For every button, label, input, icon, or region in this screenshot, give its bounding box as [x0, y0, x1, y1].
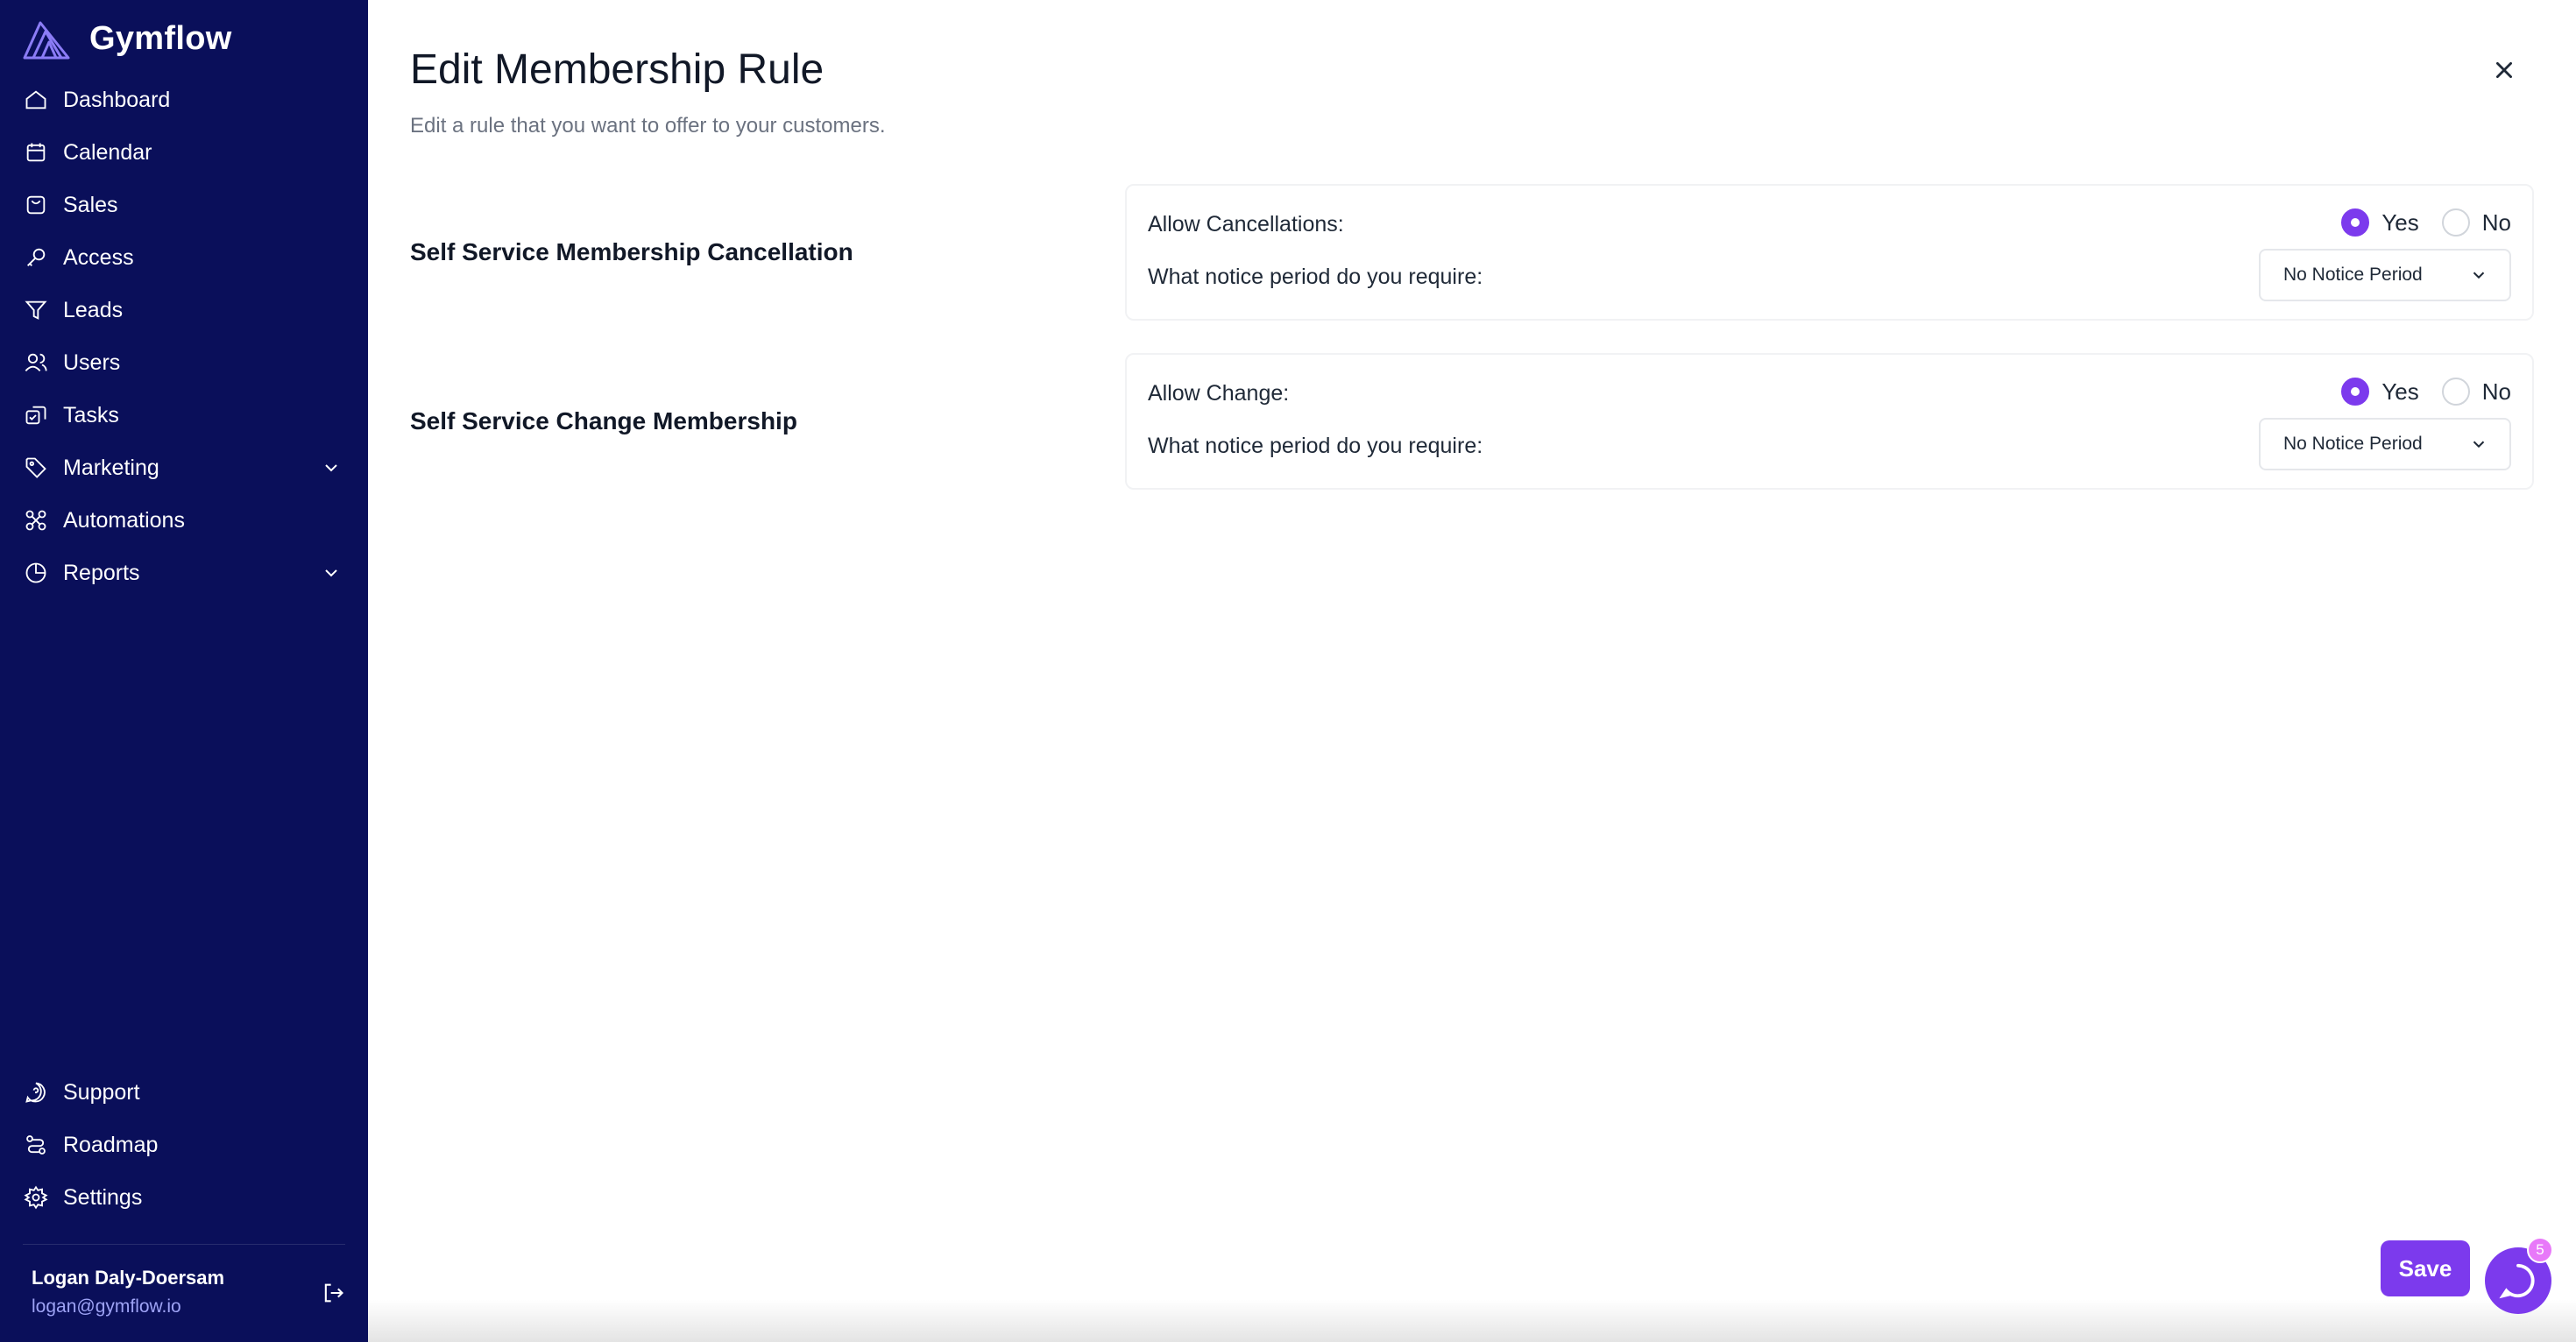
section-label-cancellation: Self Service Membership Cancellation — [410, 238, 853, 265]
nav-item-label: Dashboard — [63, 87, 171, 112]
nav-item-label: Automations — [63, 507, 185, 533]
home-icon — [23, 87, 49, 113]
select-value: No Notice Period — [2283, 265, 2423, 285]
radio-label: No — [2481, 378, 2511, 405]
bag-icon — [23, 192, 49, 218]
support-icon — [23, 1079, 49, 1105]
brand[interactable]: Gymflow — [21, 14, 232, 63]
gear-icon — [23, 1184, 49, 1211]
nav-item-roadmap[interactable]: Roadmap — [0, 1119, 368, 1171]
key-icon — [23, 244, 49, 271]
allow-change-label: Allow Change: — [1148, 381, 1290, 406]
notice-period-label: What notice period do you require: — [1148, 265, 1483, 289]
page-subtitle: Edit a rule that you want to offer to yo… — [410, 114, 886, 138]
nav-item-access[interactable]: Access — [0, 231, 368, 284]
logout-icon — [324, 1283, 343, 1303]
user-email: logan@gymflow.io — [32, 1296, 181, 1317]
chevron-down-icon[interactable] — [321, 562, 342, 583]
user-name: Logan Daly-Doersam — [32, 1267, 225, 1289]
allow-cancellations-yes[interactable]: Yes — [2341, 208, 2419, 237]
nav-item-label: Reports — [63, 560, 140, 585]
notice-period-label: What notice period do you require: — [1148, 434, 1483, 458]
nav-item-support[interactable]: Support — [0, 1066, 368, 1119]
bottom-shade — [368, 1300, 2576, 1342]
calendar-icon — [23, 139, 49, 166]
close-icon — [2496, 62, 2512, 78]
funnel-icon — [23, 297, 49, 323]
nav-item-label: Users — [63, 350, 121, 375]
user-profile[interactable]: Logan Daly-Doersam logan@gymflow.io — [32, 1267, 224, 1317]
save-button[interactable]: Save — [2381, 1240, 2470, 1296]
secondary-nav: Support Roadmap Settings — [0, 1066, 368, 1224]
radio-checked[interactable] — [2341, 208, 2370, 237]
nav-item-marketing[interactable]: Marketing — [0, 441, 368, 494]
nav-item-tasks[interactable]: Tasks — [0, 389, 368, 441]
logout-button[interactable] — [319, 1279, 347, 1307]
nav-item-automations[interactable]: Automations — [0, 494, 368, 547]
chat-bubble-icon — [2499, 1263, 2535, 1299]
nav-item-reports[interactable]: Reports — [0, 547, 368, 599]
radio-unchecked[interactable] — [2441, 378, 2470, 406]
nav-item-label: Access — [63, 244, 134, 270]
brand-name: Gymflow — [89, 19, 232, 57]
nav-item-users[interactable]: Users — [0, 336, 368, 389]
users-icon — [23, 350, 49, 376]
nav-item-settings[interactable]: Settings — [0, 1171, 368, 1224]
select-value: No Notice Period — [2283, 434, 2423, 454]
allow-cancellations-no[interactable]: No — [2441, 208, 2511, 237]
tag-icon — [23, 455, 49, 481]
nav-item-calendar[interactable]: Calendar — [0, 126, 368, 179]
nav-item-label: Settings — [63, 1184, 143, 1210]
chevron-down-icon — [2473, 441, 2485, 449]
nav-item-dashboard[interactable]: Dashboard — [0, 74, 368, 126]
tasks-icon — [23, 402, 49, 428]
allow-change-radio-group: Yes No — [2318, 376, 2511, 407]
sidebar: Gymflow Dashboard Calendar Sales Access — [0, 0, 368, 1342]
change-notice-period-select[interactable]: No Notice Period — [2259, 418, 2511, 470]
allow-cancellations-radio-group: Yes No — [2318, 207, 2511, 238]
gymflow-logo-icon — [23, 21, 70, 60]
change-rule-card: Allow Change: Yes No What notice period … — [1125, 353, 2534, 490]
nav-item-label: Tasks — [63, 402, 119, 427]
nav-item-leads[interactable]: Leads — [0, 284, 368, 336]
allow-cancellations-label: Allow Cancellations: — [1148, 212, 1344, 237]
radio-label: Yes — [2381, 208, 2419, 236]
nav-item-label: Marketing — [63, 455, 159, 480]
chevron-down-icon — [2473, 272, 2485, 279]
radio-checked[interactable] — [2341, 378, 2370, 406]
chat-notification-badge: 5 — [2527, 1237, 2553, 1263]
nav-item-label: Calendar — [63, 139, 152, 165]
cancellation-notice-period-select[interactable]: No Notice Period — [2259, 249, 2511, 301]
allow-change-no[interactable]: No — [2441, 378, 2511, 406]
main-nav: Dashboard Calendar Sales Access Leads Us… — [0, 74, 368, 599]
route-icon — [23, 1132, 49, 1158]
section-label-change: Self Service Change Membership — [410, 407, 797, 434]
radio-unchecked[interactable] — [2441, 208, 2470, 237]
close-button[interactable] — [2488, 54, 2520, 86]
nav-item-sales[interactable]: Sales — [0, 179, 368, 231]
nav-item-label: Leads — [63, 297, 124, 322]
nav-item-label: Support — [63, 1079, 140, 1105]
chevron-down-icon[interactable] — [321, 457, 342, 478]
radio-label: Yes — [2381, 378, 2419, 405]
pie-chart-icon — [23, 560, 49, 586]
main-panel: Edit Membership Rule Edit a rule that yo… — [368, 0, 2576, 1342]
nav-item-label: Sales — [63, 192, 118, 217]
user-divider — [23, 1244, 345, 1245]
automation-icon — [23, 507, 49, 533]
allow-change-yes[interactable]: Yes — [2341, 378, 2419, 406]
nav-item-label: Roadmap — [63, 1132, 159, 1157]
page-title: Edit Membership Rule — [410, 46, 824, 93]
cancellation-rule-card: Allow Cancellations: Yes No What notice … — [1125, 184, 2534, 321]
radio-label: No — [2481, 208, 2511, 236]
